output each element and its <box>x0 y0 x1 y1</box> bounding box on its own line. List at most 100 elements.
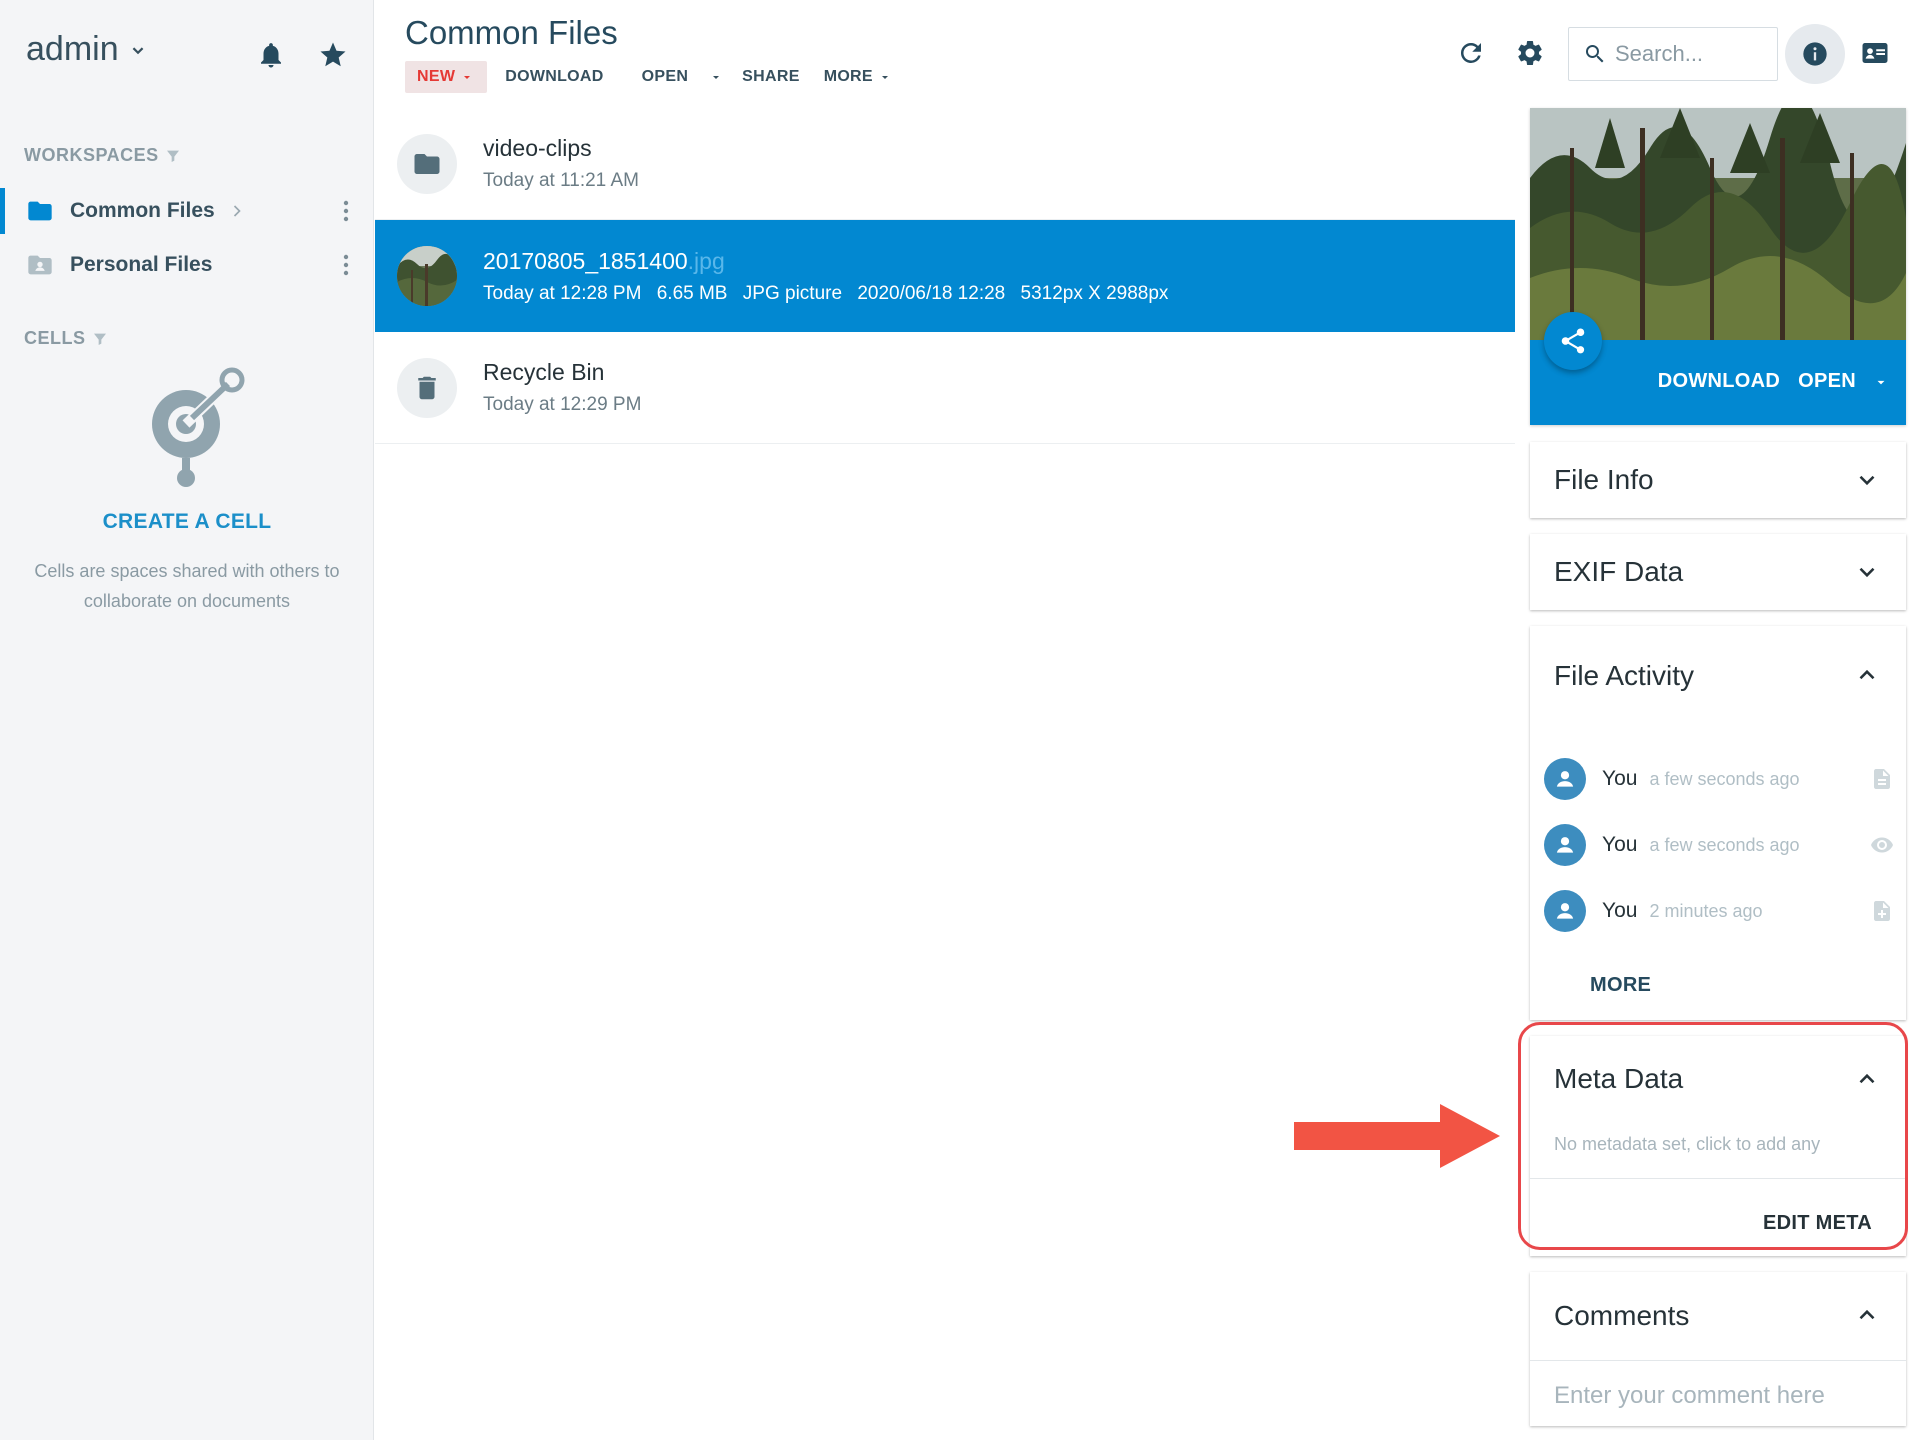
forest-photo <box>1530 108 1906 340</box>
preview-actions: DOWNLOAD OPEN <box>1658 370 1888 393</box>
file-row-image[interactable]: 20170805_1851400.jpg Today at 12:28 PM 6… <box>375 220 1515 332</box>
activity-more-button[interactable]: MORE <box>1590 974 1651 997</box>
chevron-up-icon[interactable] <box>1854 662 1880 688</box>
caret-down-icon <box>713 76 720 79</box>
cells-description: Cells are spaces shared with others to c… <box>34 561 340 611</box>
bell-icon[interactable] <box>256 40 286 70</box>
file-exif-date: 2020/06/18 12:28 <box>857 282 1006 304</box>
activity-user: You <box>1602 767 1638 790</box>
divider <box>1530 1360 1906 1361</box>
file-name: video-clips <box>483 135 592 161</box>
card-title: File Info <box>1554 464 1654 495</box>
file-extension: .jpg <box>687 247 725 274</box>
activity-item: You 2 minutes ago <box>1544 886 1894 936</box>
star-icon[interactable] <box>318 40 348 70</box>
cells-title-label: CELLS <box>24 328 86 348</box>
activity-item: You a few seconds ago <box>1544 820 1894 870</box>
highlight-box <box>1518 1022 1908 1250</box>
new-button[interactable]: NEW <box>405 61 488 93</box>
personal-folder-icon <box>28 255 52 275</box>
file-name: 20170805_1851400 <box>483 247 688 274</box>
chevron-down-icon[interactable] <box>1854 559 1880 585</box>
filter-icon[interactable] <box>92 331 108 347</box>
main-toolbar: NEW DOWNLOAD OPEN SHARE MORE <box>405 61 903 93</box>
file-row-recycle-bin[interactable]: Recycle Bin Today at 12:29 PM <box>375 332 1515 444</box>
image-preview[interactable] <box>1530 108 1906 340</box>
more-button-label: MORE <box>823 68 873 85</box>
eye-icon <box>1871 837 1893 853</box>
user-icon <box>1556 903 1574 919</box>
activity-time: 2 minutes ago <box>1649 900 1763 921</box>
activity-user: You <box>1602 899 1638 922</box>
search-input[interactable] <box>1615 41 1765 67</box>
share-button[interactable]: SHARE <box>730 61 812 93</box>
file-name: Recycle Bin <box>483 359 605 385</box>
preview-download-button[interactable]: DOWNLOAD <box>1658 370 1780 393</box>
file-type: JPG picture <box>742 282 843 304</box>
open-dropdown-button[interactable] <box>706 61 726 93</box>
search-field[interactable] <box>1568 27 1778 81</box>
cell-illustration-icon <box>152 367 245 487</box>
image-thumbnail <box>397 246 457 306</box>
refresh-icon[interactable] <box>1456 38 1486 68</box>
file-thumbnail <box>397 133 457 194</box>
sidebar-item-common-files[interactable]: Common Files <box>0 184 374 238</box>
activity-time: a few seconds ago <box>1649 768 1800 789</box>
file-icon <box>1874 769 1890 789</box>
user-icon <box>1556 771 1574 787</box>
avatar <box>1544 824 1586 866</box>
file-date: Today at 11:21 AM <box>483 170 639 191</box>
download-button[interactable]: DOWNLOAD <box>493 61 615 93</box>
share-icon <box>1561 328 1585 354</box>
caret-down-icon[interactable] <box>1874 375 1888 389</box>
file-activity-card: File Activity You a few seconds ago You … <box>1530 626 1906 1020</box>
card-title: File Activity <box>1554 660 1695 691</box>
file-meta: Today at 12:28 PM 6.65 MB JPG picture 20… <box>483 283 1178 305</box>
file-meta: Today at 12:29 PM <box>483 394 651 416</box>
preview-open-label: OPEN <box>1798 370 1856 392</box>
file-dimensions: 5312px X 2988px <box>1020 282 1169 304</box>
chevron-right-icon[interactable] <box>227 201 247 221</box>
file-info-card[interactable]: File Info <box>1530 442 1906 518</box>
more-vertical-icon[interactable] <box>342 199 350 223</box>
exif-card[interactable]: EXIF Data <box>1530 534 1906 610</box>
caret-down-icon <box>464 76 471 79</box>
file-list: video-clips Today at 11:21 AM 20170805_1… <box>375 108 1515 444</box>
contact-card-icon[interactable] <box>1860 38 1890 68</box>
more-vertical-icon[interactable] <box>342 253 350 277</box>
chevron-down-icon[interactable] <box>1854 467 1880 493</box>
card-title: Comments <box>1554 1300 1690 1331</box>
file-thumbnail <box>397 246 457 306</box>
more-button[interactable]: MORE <box>812 61 903 93</box>
username: admin <box>26 30 119 68</box>
sidebar-item-personal-files[interactable]: Personal Files <box>0 238 374 292</box>
new-button-label: NEW <box>417 68 456 85</box>
file-row-video-clips[interactable]: video-clips Today at 11:21 AM <box>375 108 1515 220</box>
file-preview-card: DOWNLOAD OPEN <box>1530 108 1906 425</box>
left-sidebar: admin WORKSPACES Common Files Personal F… <box>0 0 374 1440</box>
open-button[interactable]: OPEN <box>630 61 701 93</box>
info-toggle-button[interactable] <box>1785 24 1845 84</box>
comments-card: Comments <box>1530 1272 1906 1426</box>
activity-time: a few seconds ago <box>1649 834 1800 855</box>
create-cell-link[interactable]: CREATE A CELL <box>0 510 374 534</box>
sidebar-item-label: Personal Files <box>70 253 213 276</box>
share-fab-button[interactable] <box>1544 312 1602 370</box>
chevron-down-icon <box>132 46 143 54</box>
card-title: EXIF Data <box>1554 556 1684 587</box>
filter-icon[interactable] <box>165 148 181 164</box>
user-menu[interactable]: admin <box>26 30 149 69</box>
file-size: 6.65 MB <box>656 282 728 304</box>
settings-gear-icon[interactable] <box>1515 38 1545 68</box>
sidebar-top-icons <box>256 40 348 70</box>
activity-user: You <box>1602 833 1638 856</box>
workspaces-title: WORKSPACES <box>24 145 181 166</box>
sidebar-item-label: Common Files <box>70 199 215 222</box>
workspaces-title-label: WORKSPACES <box>24 145 159 165</box>
preview-open-button[interactable]: OPEN <box>1798 370 1888 393</box>
folder-icon <box>414 153 440 174</box>
chevron-up-icon[interactable] <box>1854 1302 1880 1328</box>
comment-input[interactable] <box>1554 1382 1884 1410</box>
search-icon <box>1586 45 1604 63</box>
folder-icon <box>28 201 52 221</box>
